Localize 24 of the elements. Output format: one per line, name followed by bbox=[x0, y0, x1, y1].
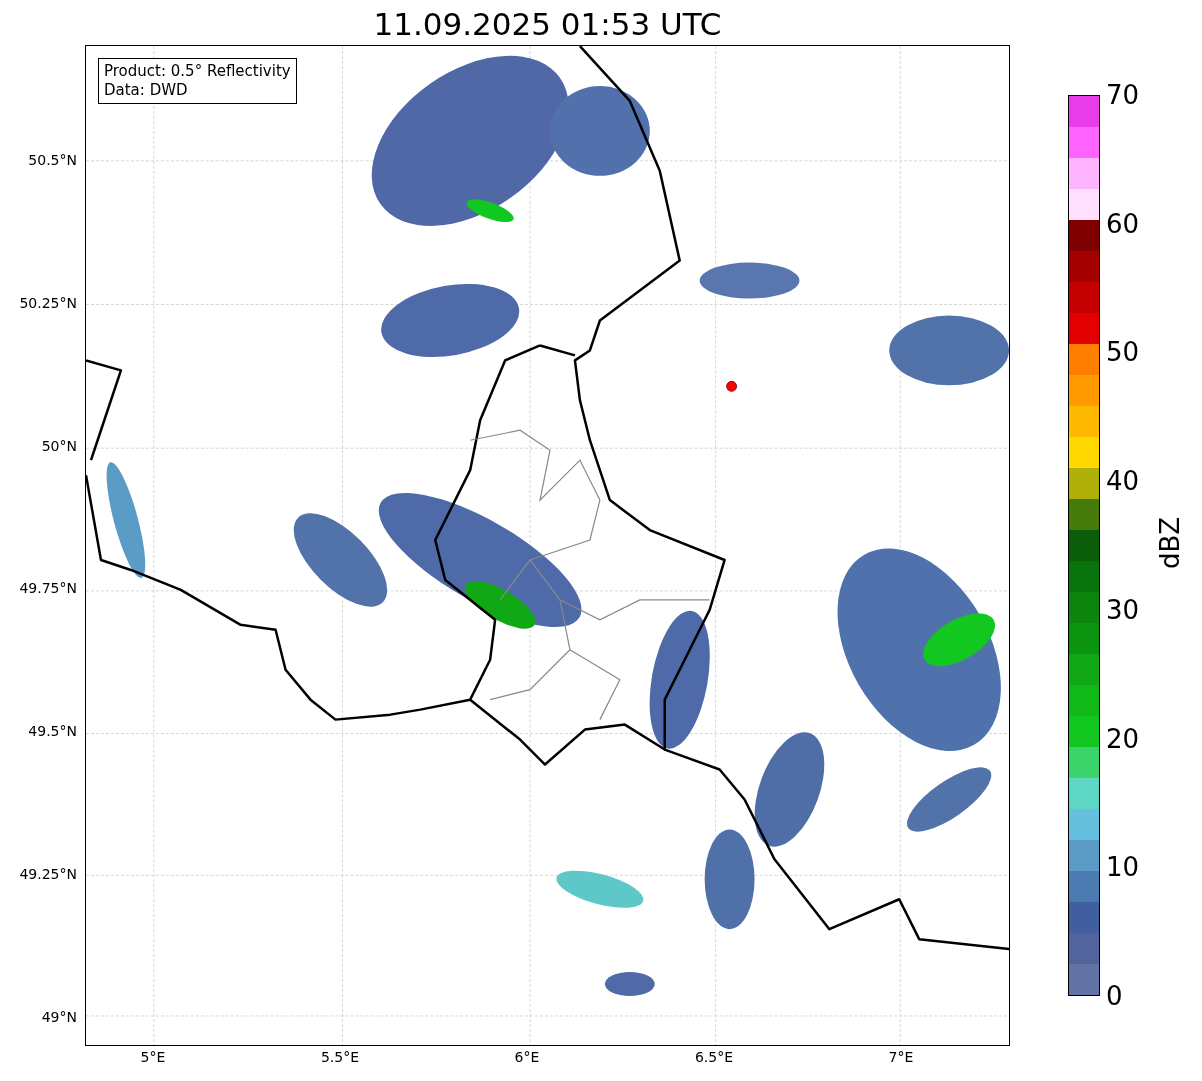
y-tick-label: 50°N bbox=[41, 436, 77, 455]
x-tick-label: 7°E bbox=[888, 1048, 914, 1066]
colorbar-label: dBZ bbox=[1155, 516, 1186, 570]
x-tick-label: 6.5°E bbox=[694, 1048, 734, 1066]
info-text: Product: 0.5° Reflectivity bbox=[104, 62, 291, 81]
y-tick-label: 50.25°N bbox=[19, 293, 77, 312]
x-tick-label: 5°E bbox=[140, 1048, 166, 1066]
colorbar-tick-label: 20 bbox=[1106, 723, 1140, 754]
y-tick-label: 50.5°N bbox=[28, 151, 77, 169]
y-tick-label: 49.5°N bbox=[28, 722, 77, 741]
colorbar-tick-label: 0 bbox=[1106, 981, 1123, 1011]
colorbar-tick-label: 40 bbox=[1106, 466, 1140, 497]
colorbar-tick-label: 70 bbox=[1106, 80, 1140, 110]
colorbar-tick-label: 50 bbox=[1106, 337, 1140, 368]
x-tick-label: 5.5°E bbox=[320, 1048, 360, 1066]
x-tick-label: 6°E bbox=[514, 1048, 540, 1066]
colorbar-tick-label: 60 bbox=[1106, 208, 1140, 239]
y-tick-label: 49.75°N bbox=[19, 579, 77, 598]
colorbar-tick-label: 30 bbox=[1106, 594, 1140, 625]
y-tick-label: 49°N bbox=[41, 1007, 77, 1026]
info-text: Data: DWD bbox=[104, 81, 189, 100]
chart-title: 11.09.2025 01:53 UTC bbox=[373, 5, 722, 44]
colorbar-tick-label: 10 bbox=[1106, 852, 1140, 883]
y-tick-label: 49.25°N bbox=[19, 865, 77, 883]
